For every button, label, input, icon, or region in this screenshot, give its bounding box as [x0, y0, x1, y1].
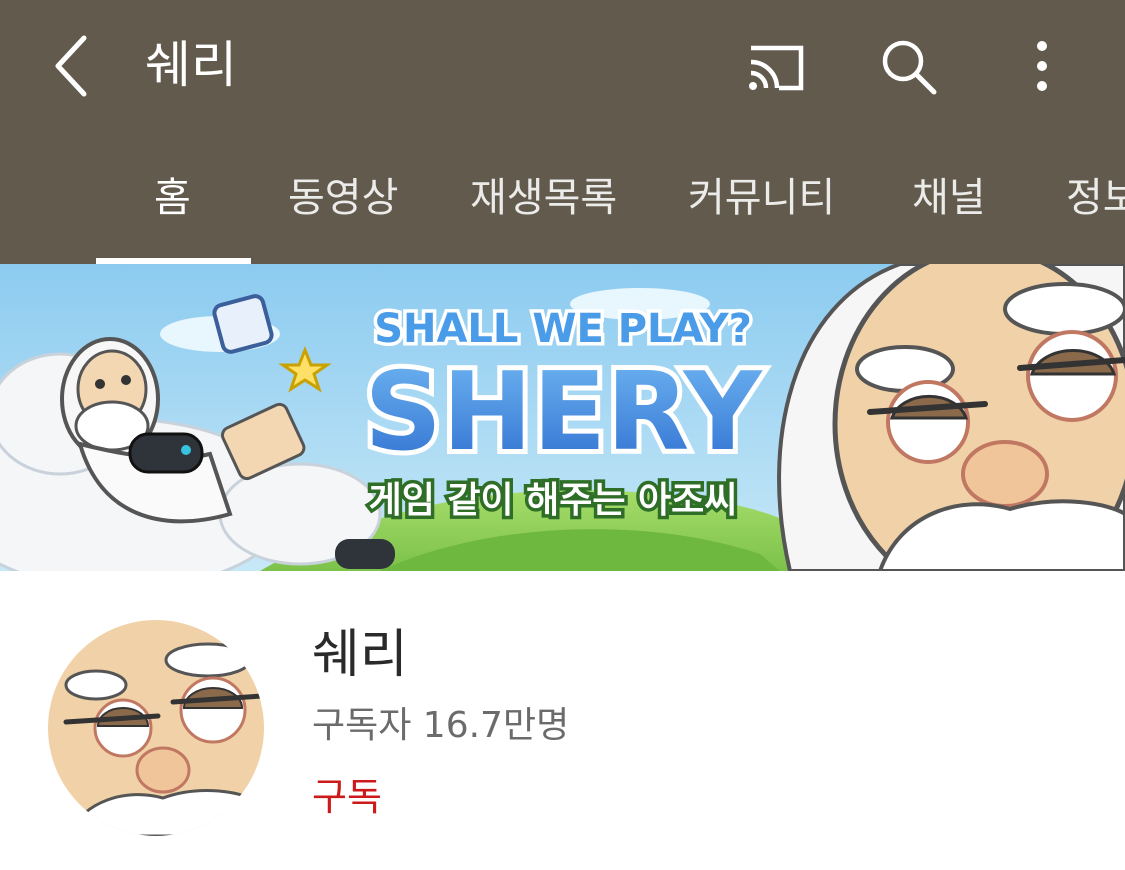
- more-vert-icon[interactable]: [1012, 36, 1072, 96]
- tab-channels[interactable]: 채널: [912, 170, 986, 226]
- channel-banner: SHALL WE PLAY? SHERY 게임 같이 해주는 아조씨: [0, 264, 1125, 571]
- search-icon[interactable]: [878, 36, 938, 96]
- banner-tagline: SHALL WE PLAY?: [374, 306, 752, 352]
- channel-avatar[interactable]: [48, 620, 264, 836]
- subscriber-count: 구독자 16.7만명: [312, 705, 570, 746]
- channel-name: 쉐리: [312, 625, 408, 685]
- back-arrow-icon[interactable]: [48, 34, 96, 98]
- tab-playlists[interactable]: 재생목록: [470, 170, 617, 226]
- banner-logo: SHERY: [364, 350, 763, 475]
- tab-community[interactable]: 커뮤니티: [688, 170, 835, 226]
- tab-videos[interactable]: 동영상: [288, 170, 398, 226]
- cast-icon[interactable]: [745, 36, 805, 96]
- banner-subtitle: 게임 같이 해주는 아조씨: [369, 480, 738, 521]
- tab-bar: 홈 동영상 재생목록 커뮤니티 채널 정보: [0, 150, 1125, 264]
- tab-about[interactable]: 정보: [1066, 170, 1125, 226]
- banner-art: SHALL WE PLAY? SHERY 게임 같이 해주는 아조씨: [0, 264, 1125, 571]
- page-title: 쉐리: [145, 36, 237, 94]
- subscribe-button[interactable]: 구독: [312, 770, 382, 824]
- avatar-face: [48, 620, 264, 836]
- app-bar: 쉐리 홈 동영상 재생목록 커뮤니티 채널 정보: [0, 0, 1125, 264]
- tab-home[interactable]: 홈: [154, 170, 191, 226]
